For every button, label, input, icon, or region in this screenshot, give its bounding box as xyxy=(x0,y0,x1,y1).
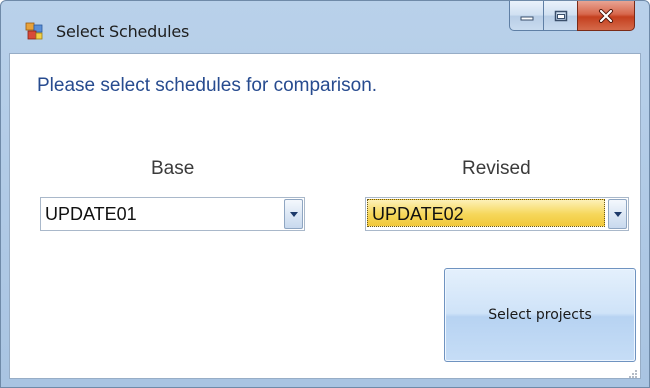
form-icon xyxy=(25,22,43,40)
caption-buttons xyxy=(509,1,635,31)
dialog-window: Select Schedules Please select schedules… xyxy=(0,0,650,388)
chevron-down-icon xyxy=(613,211,622,217)
revised-label: Revised xyxy=(462,158,531,179)
select-projects-button[interactable]: Select projects xyxy=(444,268,636,362)
title-bar[interactable]: Select Schedules xyxy=(1,1,649,53)
chevron-down-icon xyxy=(289,211,298,217)
revised-dropdown-button[interactable] xyxy=(608,199,627,229)
resize-grip-icon[interactable] xyxy=(628,366,638,378)
close-button[interactable] xyxy=(577,1,635,31)
close-icon xyxy=(599,8,613,23)
dialog-client-area: Please select schedules for comparison. … xyxy=(9,53,641,379)
base-label: Base xyxy=(151,158,195,179)
revised-schedule-dropdown[interactable]: UPDATE02 xyxy=(365,197,629,231)
minimize-button[interactable] xyxy=(509,1,543,31)
window-title: Select Schedules xyxy=(56,22,190,41)
revised-schedule-value: UPDATE02 xyxy=(367,199,605,227)
base-schedule-value: UPDATE01 xyxy=(45,204,137,224)
maximize-icon xyxy=(554,10,567,21)
base-dropdown-button[interactable] xyxy=(284,199,303,229)
minimize-icon xyxy=(520,16,533,20)
maximize-button[interactable] xyxy=(543,1,577,31)
instruction-text: Please select schedules for comparison. xyxy=(37,75,378,96)
base-schedule-dropdown[interactable]: UPDATE01 xyxy=(40,197,305,231)
